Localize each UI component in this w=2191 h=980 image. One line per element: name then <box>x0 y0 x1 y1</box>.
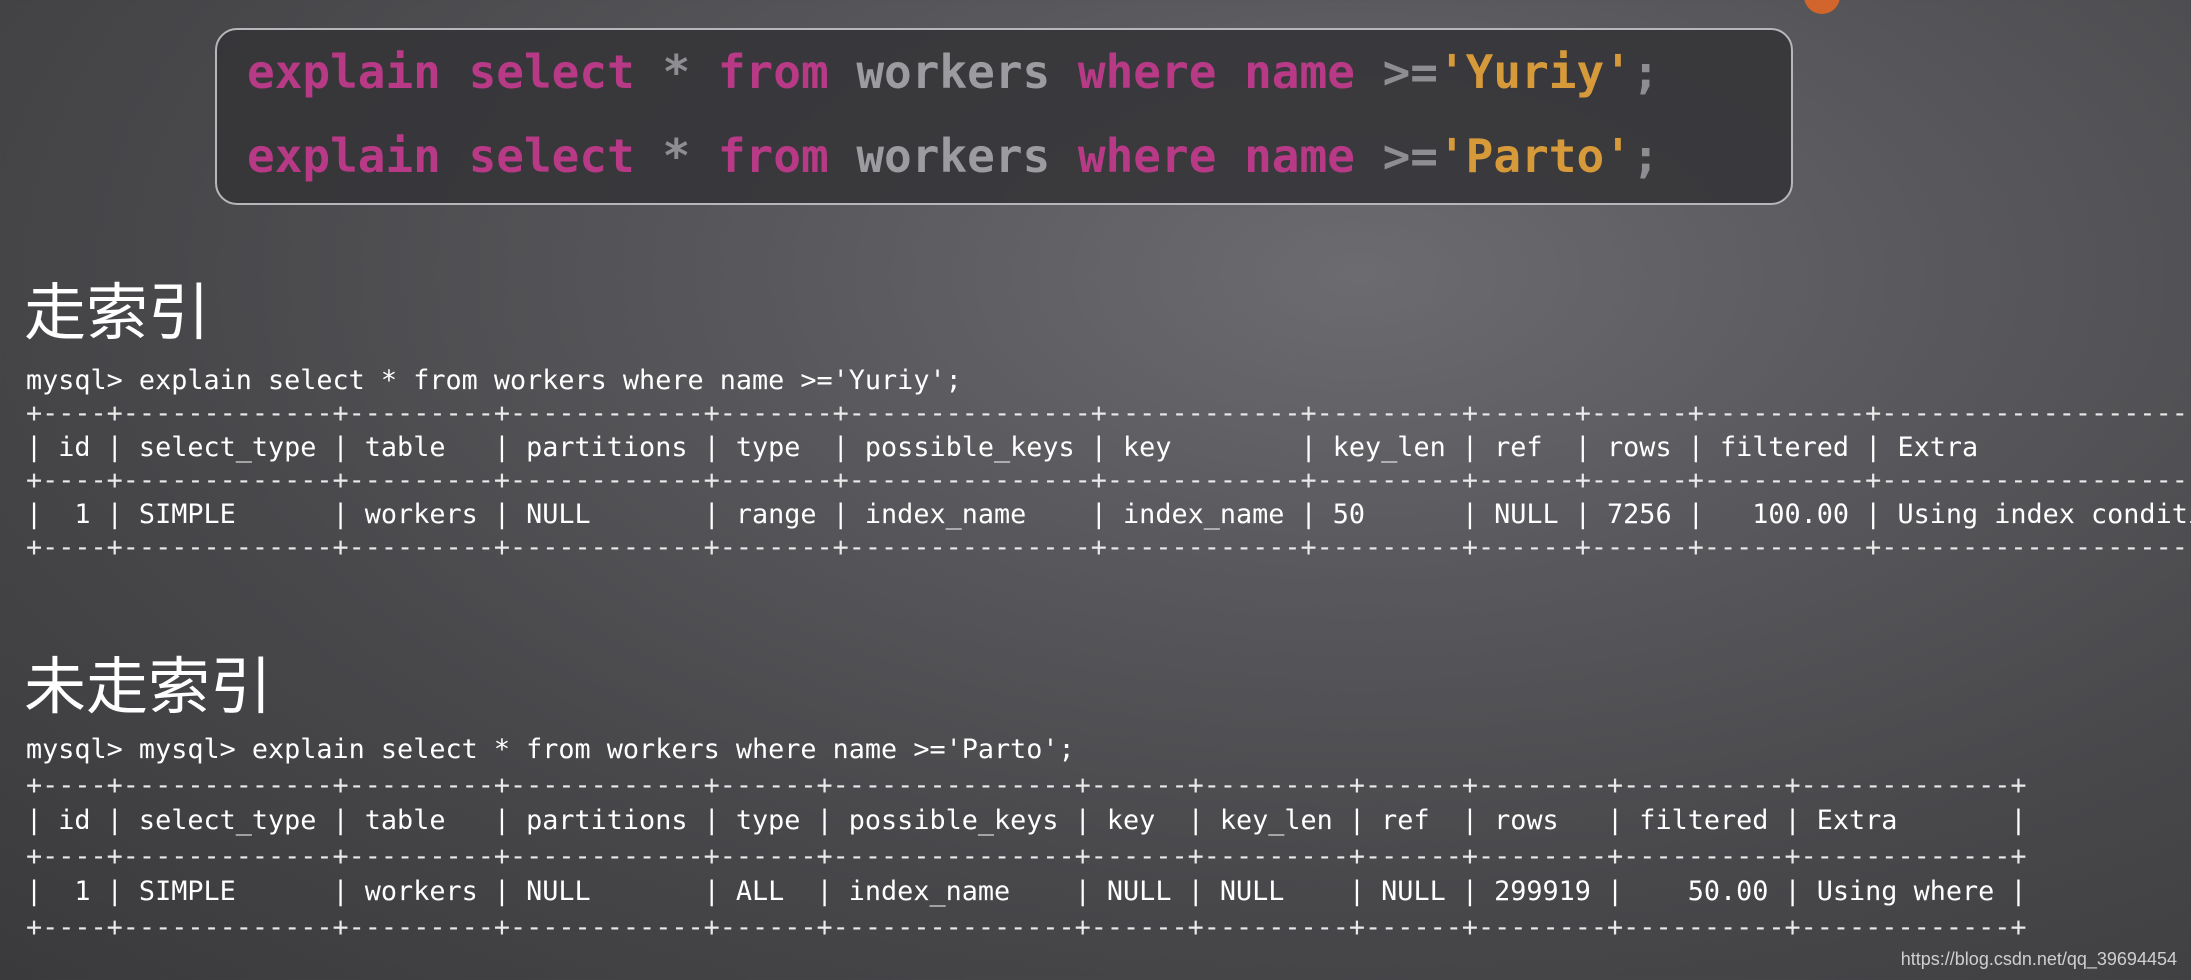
semicolon: ; <box>1631 129 1660 183</box>
table-border: +----+-------------+---------+----------… <box>26 840 2027 872</box>
mysql-prompt-line: mysql> explain select * from workers whe… <box>26 365 962 396</box>
table-border: +----+-------------+---------+----------… <box>26 911 2027 943</box>
heading-no-index: 未走索引 <box>24 650 273 723</box>
column-name: name <box>1244 45 1355 99</box>
keyword-where: where <box>1077 45 1217 99</box>
table-border: +----+-------------+---------+----------… <box>26 531 2191 563</box>
keyword-where: where <box>1077 129 1217 183</box>
table-name: workers <box>856 45 1051 99</box>
comparison-operator: >= <box>1382 45 1438 99</box>
code-line-yuriy: explain select * from workers where name… <box>247 44 1660 100</box>
keyword-explain: explain <box>247 129 441 183</box>
keyword-from: from <box>717 129 829 183</box>
table-border: +----+-------------+---------+----------… <box>26 465 2191 497</box>
sql-code-panel: explain select * from workers where name… <box>215 28 1793 205</box>
table-name: workers <box>856 129 1051 183</box>
heading-uses-index: 走索引 <box>24 276 211 349</box>
comparison-operator: >= <box>1382 129 1438 183</box>
keyword-explain: explain <box>247 45 441 99</box>
watermark-url: https://blog.csdn.net/qq_39694454 <box>1900 949 2177 969</box>
table-border: +----+-------------+---------+----------… <box>26 769 2027 801</box>
semicolon: ; <box>1631 45 1660 99</box>
explain-output-index: mysql> explain select * from workers whe… <box>26 364 2191 564</box>
code-line-parto: explain select * from workers where name… <box>247 128 1660 184</box>
table-border: +----+-------------+---------+----------… <box>26 398 2191 430</box>
keyword-from: from <box>717 45 829 99</box>
column-name: name <box>1244 129 1355 183</box>
star-operator: * <box>662 45 691 99</box>
keyword-select: select <box>468 45 635 99</box>
mysql-prompt-line: mysql> mysql> explain select * from work… <box>26 734 1075 765</box>
recording-indicator-dot <box>1804 0 1840 14</box>
table-row: | 1 | SIMPLE | workers | NULL | ALL | in… <box>26 876 2027 908</box>
string-literal: 'Parto' <box>1437 129 1632 183</box>
table-header-row: | id | select_type | table | partitions … <box>26 431 2191 463</box>
table-header-row: | id | select_type | table | partitions … <box>26 805 2027 837</box>
table-row: | 1 | SIMPLE | workers | NULL | range | … <box>26 498 2191 530</box>
star-operator: * <box>662 129 691 183</box>
explain-output-no-index: mysql> mysql> explain select * from work… <box>26 732 2027 946</box>
keyword-select: select <box>468 129 635 183</box>
string-literal: 'Yuriy' <box>1437 45 1632 99</box>
